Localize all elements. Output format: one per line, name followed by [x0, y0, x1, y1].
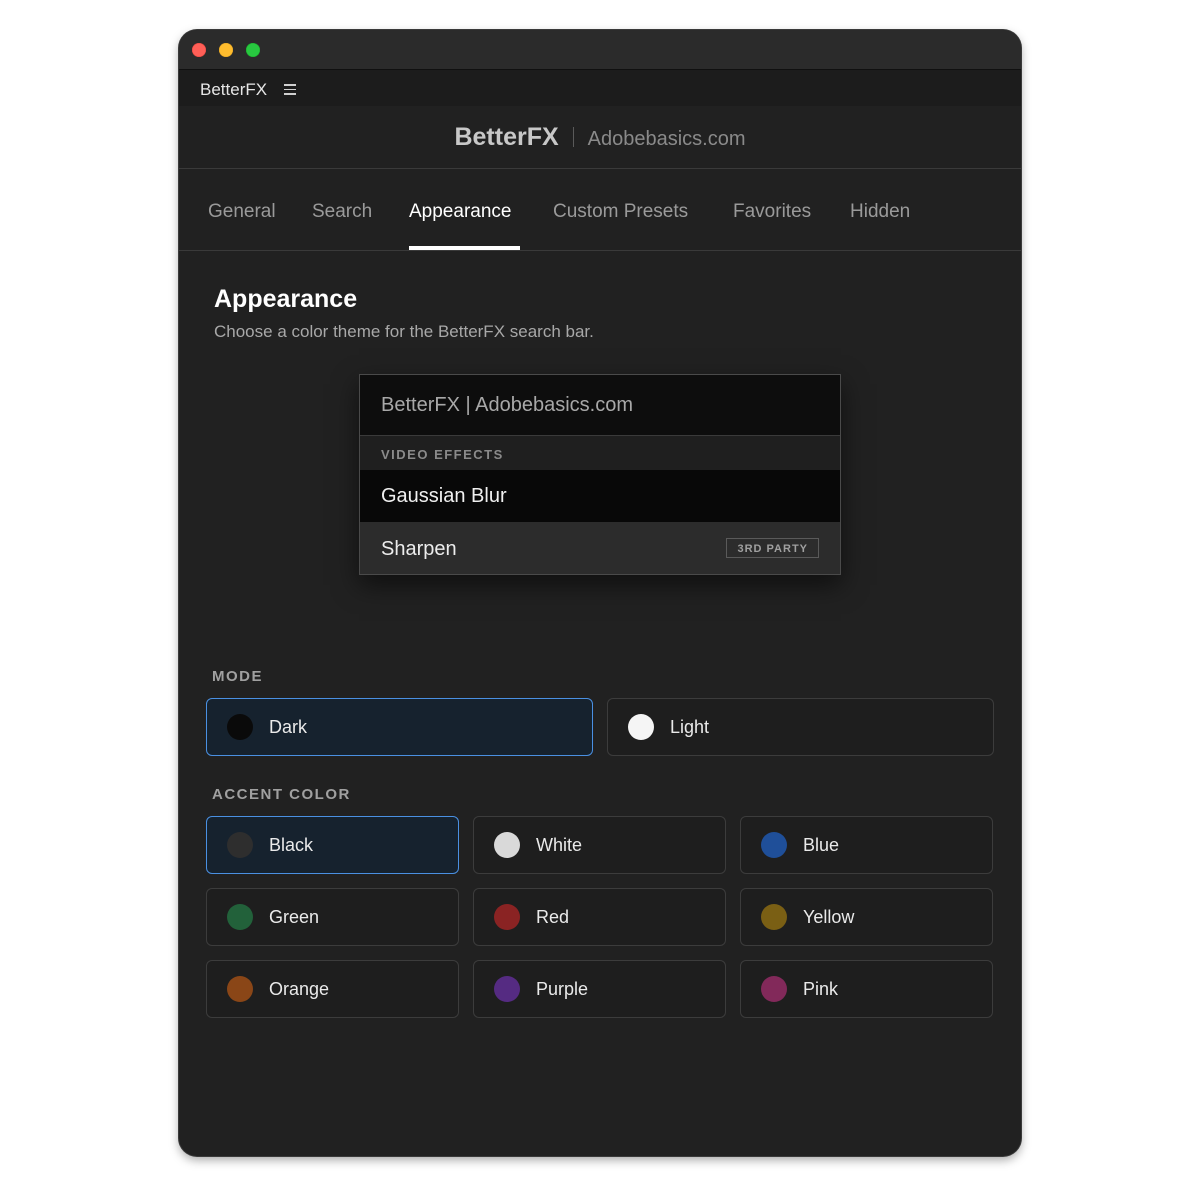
tab-favorites[interactable]: Favorites — [733, 201, 811, 223]
color-swatch — [761, 832, 787, 858]
option-label: Dark — [269, 717, 308, 737]
brand-title: BetterFX — [454, 122, 559, 151]
color-swatch — [494, 976, 520, 1002]
active-tab-indicator — [409, 246, 520, 250]
close-window-button[interactable] — [192, 43, 206, 57]
tab-search[interactable]: Search — [312, 201, 372, 223]
preview-item-label: Gaussian Blur — [381, 485, 507, 507]
color-swatch — [628, 714, 654, 740]
accent-option-black[interactable]: Black — [206, 816, 459, 874]
option-label: Orange — [269, 979, 330, 999]
accent-option-blue[interactable]: Blue — [740, 816, 993, 874]
color-swatch — [227, 832, 253, 858]
tab-hidden[interactable]: Hidden — [850, 201, 910, 223]
preview-search-text: BetterFX | Adobebasics.com — [381, 394, 633, 416]
option-label: Red — [536, 907, 570, 927]
tab-bar: General Search Appearance Custom Presets… — [179, 169, 1021, 251]
preview-search-row: BetterFX | Adobebasics.com — [360, 375, 840, 436]
tab-appearance[interactable]: Appearance — [409, 201, 511, 223]
accent-option-white[interactable]: White — [473, 816, 726, 874]
option-label: Light — [670, 717, 710, 737]
search-bar-preview: BetterFX | Adobebasics.com VIDEO EFFECTS… — [359, 374, 841, 575]
app-name: BetterFX — [200, 80, 268, 99]
brand-site: Adobebasics.com — [587, 127, 746, 150]
hamburger-menu-icon[interactable] — [284, 84, 296, 95]
preview-item: Sharpen 3RD PARTY — [360, 522, 840, 574]
section-subtitle: Choose a color theme for the BetterFX se… — [214, 322, 594, 341]
zoom-window-button[interactable] — [246, 43, 260, 57]
color-swatch — [761, 904, 787, 930]
minimize-window-button[interactable] — [219, 43, 233, 57]
preview-category-label: VIDEO EFFECTS — [381, 447, 504, 462]
preview-item-label: Sharpen — [381, 538, 457, 560]
accent-option-green[interactable]: Green — [206, 888, 459, 946]
tab-general[interactable]: General — [208, 201, 276, 223]
color-swatch — [494, 904, 520, 930]
third-party-badge: 3RD PARTY — [726, 538, 819, 558]
section-title: Appearance — [214, 285, 358, 313]
page-header: BetterFX Adobebasics.com — [179, 106, 1021, 169]
option-label: Purple — [536, 979, 589, 999]
option-label: Black — [269, 835, 314, 855]
accent-option-purple[interactable]: Purple — [473, 960, 726, 1018]
option-label: White — [536, 835, 583, 855]
mode-option-dark[interactable]: Dark — [206, 698, 593, 756]
accent-color-label: ACCENT COLOR — [212, 786, 351, 803]
title-bar — [179, 30, 1021, 70]
option-label: Blue — [803, 835, 840, 855]
accent-option-red[interactable]: Red — [473, 888, 726, 946]
option-label: Green — [269, 907, 320, 927]
app-window: BetterFX BetterFX Adobebasics.com Genera… — [179, 30, 1021, 1156]
accent-option-yellow[interactable]: Yellow — [740, 888, 993, 946]
color-swatch — [761, 976, 787, 1002]
color-swatch — [494, 832, 520, 858]
app-menu-bar: BetterFX — [179, 70, 1021, 106]
accent-option-pink[interactable]: Pink — [740, 960, 993, 1018]
header-divider — [572, 127, 574, 147]
option-label: Pink — [803, 979, 839, 999]
mode-label: MODE — [212, 668, 263, 685]
color-swatch — [227, 714, 253, 740]
mode-option-light[interactable]: Light — [607, 698, 994, 756]
tab-custom-presets[interactable]: Custom Presets — [553, 201, 688, 223]
color-swatch — [227, 904, 253, 930]
preview-item-selected: Gaussian Blur — [360, 470, 840, 522]
color-swatch — [227, 976, 253, 1002]
option-label: Yellow — [803, 907, 855, 927]
preview-category-row: VIDEO EFFECTS — [360, 436, 840, 470]
accent-option-orange[interactable]: Orange — [206, 960, 459, 1018]
